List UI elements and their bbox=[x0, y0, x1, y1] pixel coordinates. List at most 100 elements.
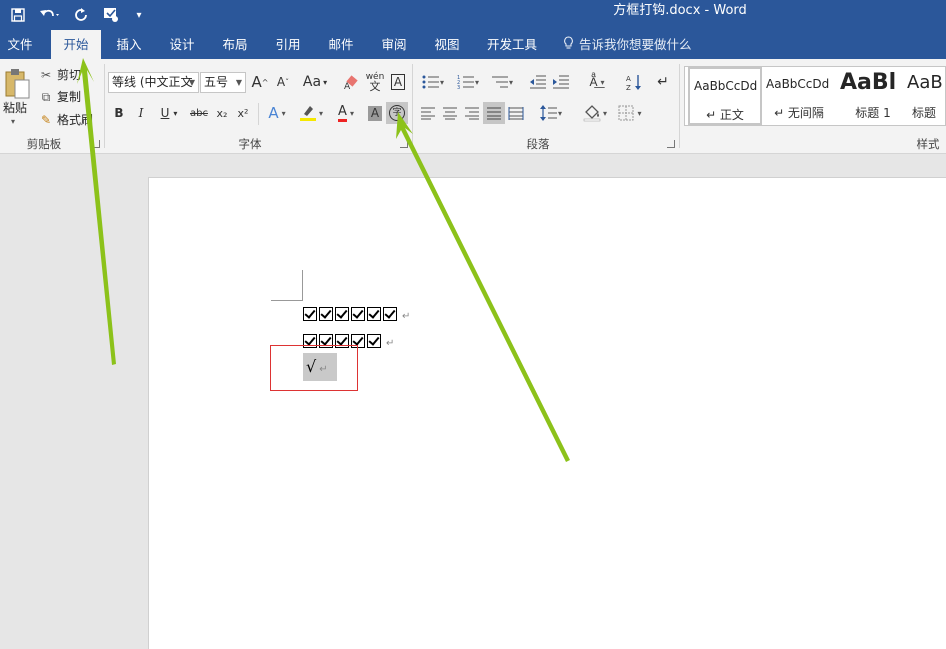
tab-layout[interactable]: 布局 bbox=[214, 30, 256, 59]
distributed-button[interactable] bbox=[505, 102, 527, 124]
style-name: ↵ 无间隔 bbox=[774, 106, 824, 120]
copy-button[interactable]: ⧉ 复制 bbox=[38, 87, 81, 107]
text-effects-button[interactable]: A ▾ bbox=[262, 102, 292, 124]
font-name-combo[interactable]: 等线 (中文正文 ▼ bbox=[108, 72, 199, 93]
cut-label: 剪切 bbox=[57, 68, 82, 82]
margin-corner-mark bbox=[271, 270, 303, 301]
bold-button[interactable]: B bbox=[108, 102, 130, 124]
clipboard-group-label: 剪贴板 bbox=[26, 137, 62, 151]
tab-mailings[interactable]: 邮件 bbox=[320, 30, 362, 59]
clipboard-launcher-icon[interactable] bbox=[92, 140, 100, 148]
paragraph-mark: ↵ bbox=[386, 338, 395, 349]
chevron-down-icon: ▼ bbox=[188, 78, 195, 87]
phonetic-guide-button[interactable]: wén 文 bbox=[364, 71, 386, 93]
checked-box-symbol bbox=[351, 307, 365, 321]
tab-design[interactable]: 设计 bbox=[161, 30, 203, 59]
italic-button[interactable]: I bbox=[130, 102, 152, 124]
character-shading-button[interactable]: A bbox=[364, 102, 386, 124]
align-left-button[interactable] bbox=[417, 102, 439, 124]
redo-icon[interactable] bbox=[70, 0, 92, 30]
font-color-button[interactable]: A ▾ bbox=[330, 102, 362, 124]
window-title: 方框打钩.docx - Word bbox=[613, 3, 747, 18]
line-spacing-button[interactable]: ▾ bbox=[535, 102, 567, 124]
chinese-layout-button[interactable]: Aͣ͟ ▾ bbox=[581, 71, 613, 93]
customize-icon[interactable]: ▾ bbox=[130, 0, 148, 30]
scissors-icon: ✂ bbox=[40, 68, 52, 82]
checked-box-symbol bbox=[319, 307, 333, 321]
style-preview: AaBbCcDd bbox=[694, 79, 758, 93]
enclose-characters-button[interactable]: 字 bbox=[386, 102, 408, 124]
shading-button[interactable]: ▾ bbox=[578, 102, 612, 124]
tell-me-search[interactable]: 告诉我你想要做什么 bbox=[563, 30, 692, 59]
checked-box-symbol bbox=[383, 307, 397, 321]
cut-button[interactable]: ✂ 剪切 bbox=[38, 65, 81, 85]
borders-button[interactable]: ▾ bbox=[614, 102, 646, 124]
style-heading-1[interactable]: AaBl 标题 1 bbox=[836, 67, 910, 125]
tab-insert[interactable]: 插入 bbox=[108, 30, 150, 59]
highlight-button[interactable]: ▾ bbox=[295, 102, 327, 124]
char-shading-icon: A bbox=[367, 105, 383, 121]
paragraph-launcher-icon[interactable] bbox=[667, 140, 675, 148]
style-normal[interactable]: AaBbCcDd ↵ 正文 bbox=[688, 67, 762, 125]
eraser-icon: A bbox=[344, 75, 358, 90]
character-border-button[interactable]: A bbox=[387, 71, 409, 93]
strikethrough-button[interactable]: abc bbox=[187, 102, 211, 124]
tab-review[interactable]: 审阅 bbox=[373, 30, 415, 59]
justify-button[interactable] bbox=[483, 102, 505, 124]
numbered-list-icon: 123 bbox=[457, 75, 474, 90]
document-page[interactable] bbox=[148, 177, 946, 649]
decrease-indent-button[interactable] bbox=[527, 71, 549, 93]
styles-gallery: AaBbCcDd ↵ 正文 AaBbCcDd ↵ 无间隔 AaBl 标题 1 A… bbox=[684, 66, 946, 126]
bullets-button[interactable]: ▾ bbox=[417, 71, 449, 93]
align-center-button[interactable] bbox=[439, 102, 461, 124]
numbering-button[interactable]: 1 2 3 ▾ bbox=[452, 71, 484, 93]
paragraph-mark: ↵ bbox=[402, 311, 411, 322]
sort-icon: AZ bbox=[626, 75, 641, 91]
style-no-spacing[interactable]: AaBbCcDd ↵ 无间隔 bbox=[762, 67, 836, 125]
shrink-font-icon: A bbox=[276, 75, 286, 89]
font-size-combo[interactable]: 五号 ▼ bbox=[200, 72, 246, 93]
ribbon-tabs: 文件 开始 插入 设计 布局 引用 邮件 审阅 视图 开发工具 告诉我你想要做什… bbox=[0, 30, 946, 59]
multilevel-list-icon bbox=[491, 76, 508, 88]
tab-file[interactable]: 文件 bbox=[0, 30, 40, 59]
change-case-button[interactable]: Aa ▾ bbox=[299, 71, 331, 93]
style-title[interactable]: AaB 标题 bbox=[903, 67, 945, 125]
paste-dropdown-icon[interactable]: ▾ bbox=[11, 117, 15, 126]
touch-mode-icon[interactable] bbox=[100, 0, 122, 30]
underline-button[interactable]: U ▾ bbox=[152, 102, 186, 124]
increase-indent-button[interactable] bbox=[550, 71, 572, 93]
highlighter-icon bbox=[299, 106, 316, 121]
font-launcher-icon[interactable] bbox=[400, 140, 408, 148]
show-formatting-button[interactable]: ↵ bbox=[652, 71, 674, 93]
group-divider bbox=[258, 103, 259, 125]
superscript-button[interactable]: x² bbox=[232, 102, 254, 124]
borders-icon bbox=[618, 105, 634, 121]
sort-button[interactable]: AZ bbox=[623, 71, 645, 93]
save-icon[interactable] bbox=[8, 0, 28, 30]
align-right-button[interactable] bbox=[461, 102, 483, 124]
shrink-font-button[interactable]: Aˇ bbox=[272, 71, 294, 93]
title-bar: ▾ 方框打钩.docx - Word bbox=[0, 0, 946, 30]
paragraph-mark: ↵ bbox=[319, 364, 328, 375]
copy-icon: ⧉ bbox=[41, 90, 51, 104]
tab-references[interactable]: 引用 bbox=[267, 30, 309, 59]
line-spacing-icon bbox=[539, 105, 557, 121]
grow-font-icon: A bbox=[251, 73, 262, 91]
style-name: 标题 1 bbox=[855, 106, 891, 120]
grow-font-button[interactable]: A ^ bbox=[249, 71, 271, 93]
checkbox-line-1[interactable]: ↵ bbox=[303, 305, 410, 323]
tab-view[interactable]: 视图 bbox=[426, 30, 468, 59]
subscript-button[interactable]: x₂ bbox=[211, 102, 233, 124]
tab-home[interactable]: 开始 bbox=[51, 30, 101, 59]
align-center-icon bbox=[443, 107, 457, 120]
tab-developer[interactable]: 开发工具 bbox=[479, 30, 545, 59]
paragraph-group-label: 段落 bbox=[526, 137, 550, 151]
clear-formatting-button[interactable]: A bbox=[342, 71, 364, 93]
undo-icon[interactable] bbox=[36, 0, 64, 30]
format-painter-button[interactable]: ✎ 格式刷 bbox=[38, 110, 93, 130]
checked-box-symbol bbox=[367, 334, 381, 348]
char-border-icon: A bbox=[390, 74, 406, 90]
chinese-layout-icon: Aͣ͟ bbox=[589, 75, 598, 89]
multilevel-list-button[interactable]: ▾ bbox=[486, 71, 518, 93]
selected-check-mark[interactable]: √ ↵ bbox=[303, 353, 337, 381]
